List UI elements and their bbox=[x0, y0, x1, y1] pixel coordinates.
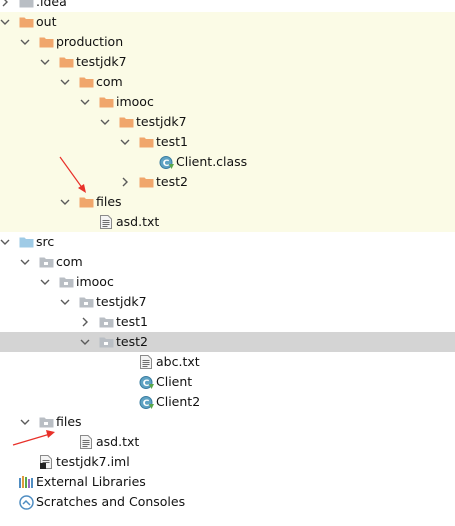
tree-row-label: test1 bbox=[156, 134, 188, 149]
package-icon bbox=[38, 252, 54, 272]
tree-row-label: com bbox=[96, 74, 123, 89]
package-icon bbox=[78, 292, 94, 312]
tree-row-label: testjdk7 bbox=[96, 294, 147, 309]
chevron-down-icon[interactable] bbox=[58, 192, 72, 212]
tree-row[interactable]: test2 bbox=[0, 172, 455, 192]
tree-row[interactable]: abc.txt bbox=[0, 352, 455, 372]
tree-row-label: out bbox=[36, 14, 57, 29]
tree-row-label: imooc bbox=[76, 274, 114, 289]
tree-row-label: Client.class bbox=[176, 154, 248, 169]
project-tree: .idea out production testjdk7 com imooc testjd… bbox=[0, 0, 455, 512]
tree-row[interactable]: com bbox=[0, 72, 455, 92]
chevron-down-icon[interactable] bbox=[38, 272, 52, 292]
tree-row[interactable]: src bbox=[0, 232, 455, 252]
iml-file-icon bbox=[38, 452, 54, 472]
tree-row[interactable]: production bbox=[0, 32, 455, 52]
tree-row-label: com bbox=[56, 254, 83, 269]
tree-row[interactable]: testjdk7 bbox=[0, 52, 455, 72]
package-icon bbox=[38, 412, 54, 432]
package-icon bbox=[98, 312, 114, 332]
tree-row[interactable]: asd.txt bbox=[0, 432, 455, 452]
tree-row-label: Client bbox=[156, 374, 193, 389]
folder-gray-icon bbox=[18, 0, 34, 12]
chevron-down-icon[interactable] bbox=[98, 112, 112, 132]
chevron-down-icon[interactable] bbox=[18, 32, 32, 52]
java-class-icon: C bbox=[138, 372, 154, 392]
chevron-right-icon[interactable] bbox=[118, 172, 132, 192]
tree-row-label: testjdk7 bbox=[76, 54, 127, 69]
text-file-icon bbox=[98, 212, 114, 232]
external-libraries-icon bbox=[18, 472, 34, 492]
folder-blue-icon bbox=[18, 232, 34, 252]
tree-row-label: production bbox=[56, 34, 124, 49]
tree-row[interactable]: testjdk7 bbox=[0, 112, 455, 132]
tree-row[interactable]: .idea bbox=[0, 0, 455, 12]
chevron-down-icon[interactable] bbox=[0, 232, 12, 252]
tree-row[interactable]: com bbox=[0, 252, 455, 272]
java-class-icon: C bbox=[138, 392, 154, 412]
chevron-right-icon[interactable] bbox=[78, 312, 92, 332]
chevron-down-icon[interactable] bbox=[58, 72, 72, 92]
tree-row-label: External Libraries bbox=[36, 474, 146, 489]
folder-orange-icon bbox=[138, 172, 154, 192]
tree-row-label: asd.txt bbox=[116, 214, 160, 229]
tree-row[interactable]: testjdk7.iml bbox=[0, 452, 455, 472]
text-file-icon bbox=[138, 352, 154, 372]
folder-orange-icon bbox=[18, 12, 34, 32]
tree-row[interactable]: test2 bbox=[0, 332, 455, 352]
chevron-down-icon[interactable] bbox=[18, 412, 32, 432]
tree-row[interactable]: test1 bbox=[0, 132, 455, 152]
chevron-down-icon[interactable] bbox=[38, 52, 52, 72]
tree-row[interactable]: imooc bbox=[0, 92, 455, 112]
tree-row-label: test2 bbox=[156, 174, 188, 189]
package-icon bbox=[58, 272, 74, 292]
tree-row[interactable]: files bbox=[0, 192, 455, 212]
tree-row-label: abc.txt bbox=[156, 354, 200, 369]
tree-row-label: test2 bbox=[116, 334, 148, 349]
folder-orange-icon bbox=[38, 32, 54, 52]
folder-orange-icon bbox=[118, 112, 134, 132]
svg-text:C: C bbox=[162, 159, 169, 169]
chevron-down-icon[interactable] bbox=[78, 92, 92, 112]
tree-row-label: testjdk7.iml bbox=[56, 454, 130, 469]
tree-row[interactable]: out bbox=[0, 12, 455, 32]
folder-orange-icon bbox=[98, 92, 114, 112]
tree-row[interactable]: Scratches and Consoles bbox=[0, 492, 455, 512]
chevron-down-icon[interactable] bbox=[78, 332, 92, 352]
tree-row-label: Client2 bbox=[156, 394, 201, 409]
tree-row[interactable]: C Client bbox=[0, 372, 455, 392]
tree-row[interactable]: asd.txt bbox=[0, 212, 455, 232]
tree-row-label: test1 bbox=[116, 314, 148, 329]
tree-row[interactable]: test1 bbox=[0, 312, 455, 332]
tree-row-label: files bbox=[56, 414, 82, 429]
chevron-down-icon[interactable] bbox=[58, 292, 72, 312]
tree-row-label: files bbox=[96, 194, 122, 209]
chevron-down-icon[interactable] bbox=[0, 12, 12, 32]
java-class-icon: C bbox=[158, 152, 174, 172]
svg-text:C: C bbox=[142, 399, 149, 409]
chevron-right-icon[interactable] bbox=[0, 0, 12, 12]
folder-orange-icon bbox=[78, 192, 94, 212]
tree-row[interactable]: External Libraries bbox=[0, 472, 455, 492]
folder-orange-icon bbox=[78, 72, 94, 92]
chevron-down-icon[interactable] bbox=[18, 252, 32, 272]
tree-row[interactable]: imooc bbox=[0, 272, 455, 292]
tree-row[interactable]: files bbox=[0, 412, 455, 432]
package-icon bbox=[98, 332, 114, 352]
tree-row[interactable]: C Client2 bbox=[0, 392, 455, 412]
tree-row-label: .idea bbox=[36, 0, 67, 9]
tree-row[interactable]: C Client.class bbox=[0, 152, 455, 172]
tree-row-label: Scratches and Consoles bbox=[36, 494, 186, 509]
folder-orange-icon bbox=[58, 52, 74, 72]
chevron-down-icon[interactable] bbox=[118, 132, 132, 152]
tree-row-label: asd.txt bbox=[96, 434, 140, 449]
tree-row-label: src bbox=[36, 234, 55, 249]
tree-row-label: imooc bbox=[116, 94, 154, 109]
tree-row-label: testjdk7 bbox=[136, 114, 187, 129]
folder-orange-icon bbox=[138, 132, 154, 152]
scratches-icon bbox=[18, 492, 34, 512]
tree-row[interactable]: testjdk7 bbox=[0, 292, 455, 312]
svg-text:C: C bbox=[142, 379, 149, 389]
text-file-icon bbox=[78, 432, 94, 452]
